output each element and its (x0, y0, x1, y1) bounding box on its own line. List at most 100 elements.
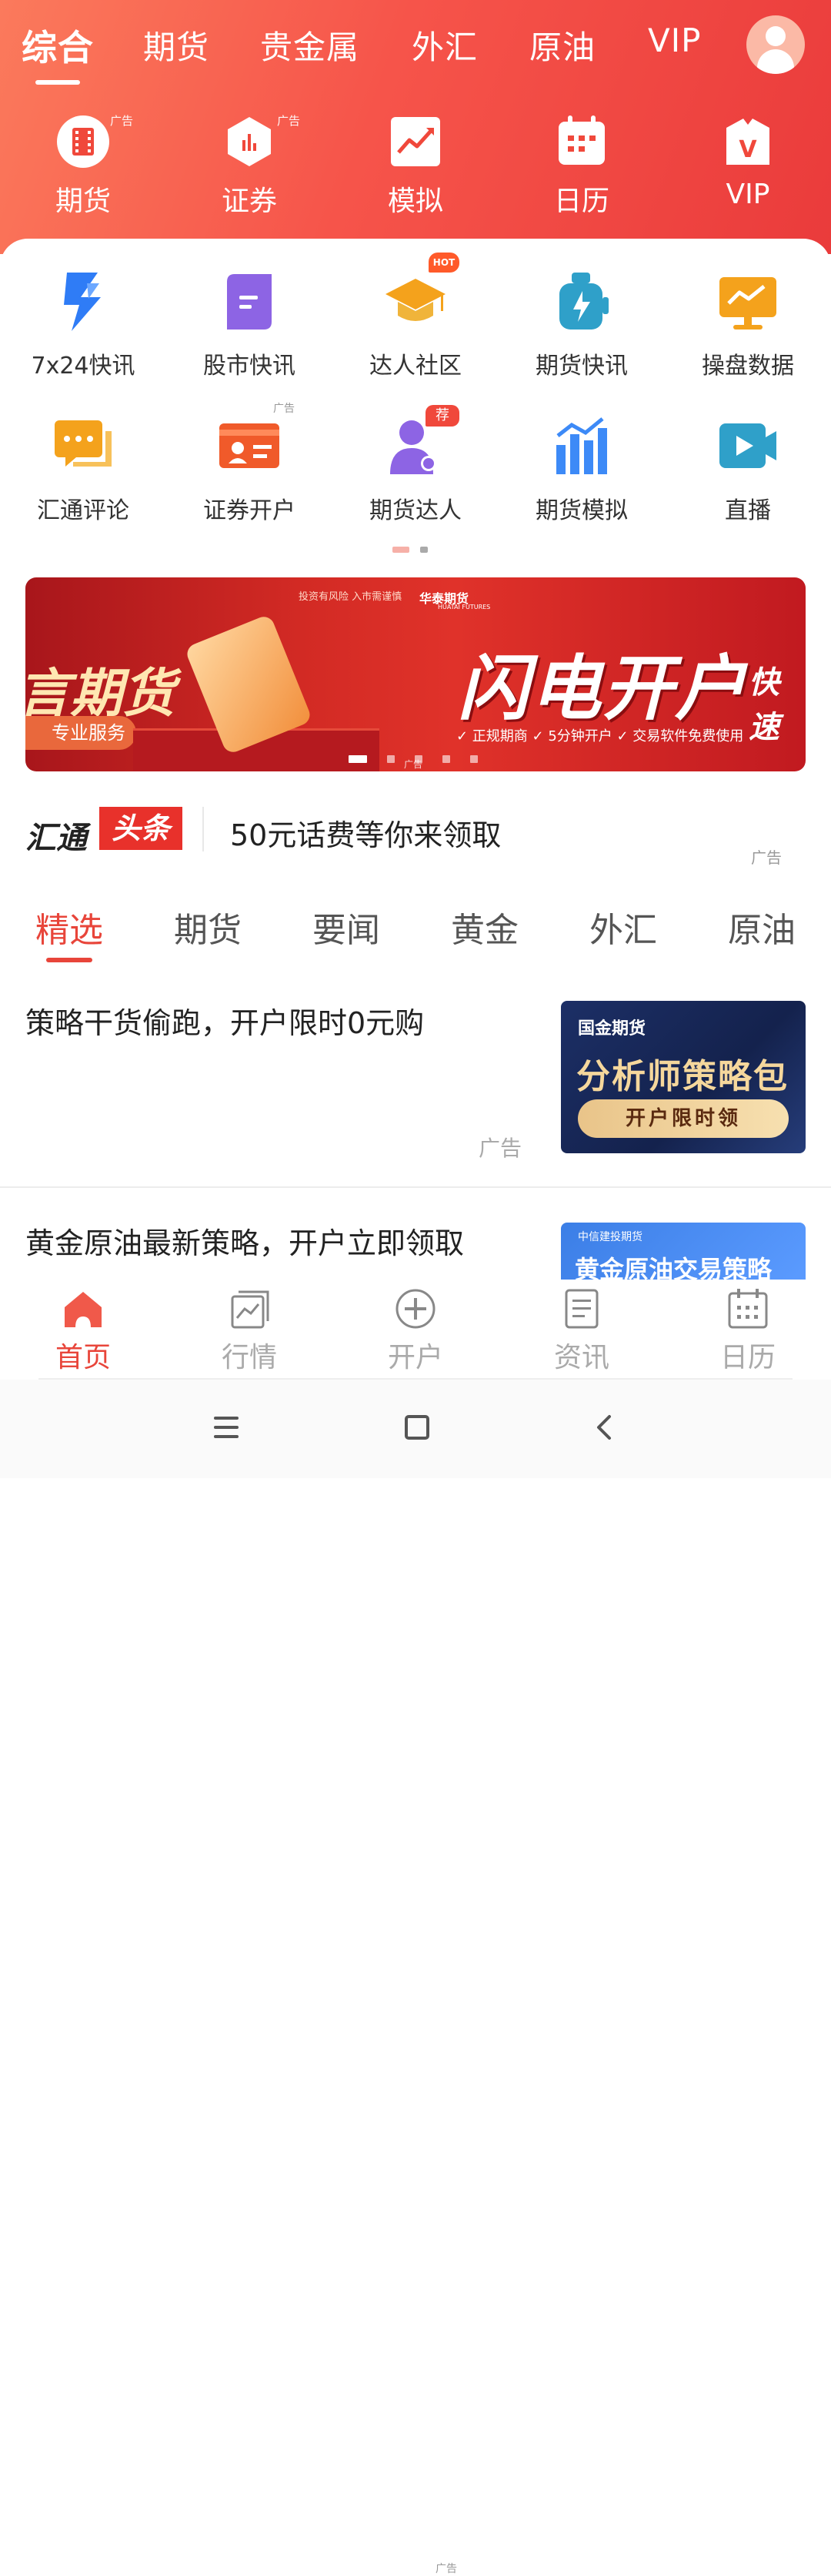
trend-chart-icon (388, 114, 443, 169)
chat-bubble-icon (50, 413, 116, 479)
monitor-chart-icon (715, 268, 781, 334)
shortcut-label: 证券 (221, 186, 277, 217)
category-tab-gold[interactable]: 黄金 (451, 902, 519, 952)
tab-market[interactable]: 行情 (195, 1287, 303, 1375)
hexagon-chart-icon (222, 114, 277, 169)
message-card-icon (216, 268, 282, 334)
top-tab-crude-oil[interactable]: 原油 (529, 22, 596, 69)
avatar[interactable] (746, 15, 805, 74)
promo-banner[interactable]: 言期货 专业服务 投资有风险 入市需谨慎 华泰期货 HUATAI FUTURES… (25, 577, 806, 771)
shortcut-label: 期货 (55, 186, 111, 217)
grid-stock-news[interactable]: 股市快讯 (172, 268, 326, 380)
category-tab-futures[interactable]: 期货 (174, 902, 242, 952)
menu-icon[interactable] (212, 1415, 240, 1443)
shortcut-vip[interactable]: V VIP (690, 114, 806, 210)
category-tab-crude-oil[interactable]: 原油 (728, 902, 796, 952)
grid-live-stream[interactable]: 直播 (671, 413, 825, 525)
shortcut-simulation[interactable]: 模拟 (358, 114, 473, 219)
tab-calendar[interactable]: 日历 (694, 1287, 802, 1375)
tab-label: 日历 (719, 1342, 776, 1373)
tab-open-account[interactable]: 开户 (362, 1287, 469, 1375)
grid-label: 达人社区 (369, 353, 462, 380)
category-tab-featured[interactable]: 精选 (35, 902, 103, 952)
shortcut-futures[interactable]: 期货 (25, 114, 141, 219)
grid-securities-account[interactable]: 证券开户 (172, 413, 326, 525)
top-tab-forex[interactable]: 外汇 (412, 22, 478, 69)
lightning-icon (50, 268, 116, 334)
grid-huitong-comments[interactable]: 汇通评论 (6, 413, 160, 525)
grid-futures-news[interactable]: 期货快讯 (505, 268, 659, 380)
category-tab-forex[interactable]: 外汇 (589, 902, 657, 952)
shortcut-calendar[interactable]: 日历 (524, 114, 639, 219)
thumbnail-headline: 分析师策略包 (576, 1057, 789, 1096)
tab-label: 行情 (221, 1342, 277, 1373)
grid-7x24-news[interactable]: 7x24快讯 (6, 268, 160, 380)
category-active-indicator (46, 958, 92, 962)
headline-text: 50元话费等你来领取 (230, 818, 502, 852)
grid-label: 期货模拟 (536, 497, 628, 524)
top-tab-precious-metals[interactable]: 贵金属 (260, 22, 359, 69)
vip-bag-icon: V (720, 114, 776, 169)
top-tab-comprehensive[interactable]: 综合 (22, 20, 94, 71)
top-nav: 综合 期货 贵金属 外汇 原油 VIP (0, 0, 831, 92)
banner-headline-suffix: 快速 (749, 665, 779, 745)
news-divider (0, 1186, 831, 1188)
ad-tag: 广告 (436, 2563, 457, 2575)
banner-ad-tag: 广告 (404, 759, 423, 770)
ad-tag: 广告 (273, 403, 295, 415)
grid-label: 汇通评论 (37, 497, 129, 524)
hot-badge: HOT (429, 253, 459, 273)
top-tab-futures[interactable]: 期货 (143, 22, 209, 69)
shortcut-securities[interactable]: 证券 (192, 114, 307, 219)
person-icon: 荐 (382, 405, 459, 479)
banner-brand-en: HUATAI FUTURES (438, 604, 491, 611)
shortcut-label: 日历 (553, 186, 609, 217)
banner-dot (470, 755, 478, 763)
headline-logo-part2: 头条 (99, 807, 182, 850)
news-item-thumbnail[interactable]: 中信建投期货 黄金原油交易策略 (561, 1223, 806, 1280)
ad-tag: 广告 (277, 114, 301, 128)
id-card-icon (216, 413, 282, 479)
top-tab-vip[interactable]: VIP (648, 22, 701, 59)
tab-news[interactable]: 资讯 (528, 1287, 636, 1375)
thumbnail-button: 开户限时领 (578, 1099, 789, 1138)
recommend-badge: 荐 (426, 405, 459, 427)
graduation-cap-icon: HOT (382, 253, 459, 334)
category-tab-news[interactable]: 要闻 (312, 902, 380, 952)
thumbnail-brand: 国金期货 (578, 1019, 646, 1039)
grid-futures-simulation[interactable]: 期货模拟 (505, 413, 659, 525)
avatar-head-icon (766, 26, 786, 46)
grid-trading-data[interactable]: 操盘数据 (671, 268, 825, 380)
system-navigation-bar (0, 1380, 831, 1478)
news-item-title[interactable]: 策略干货偷跑，开户限时0元购 (25, 999, 424, 1042)
news-item-title[interactable]: 黄金原油最新策略，开户立即领取 (25, 1219, 464, 1262)
grid-futures-expert[interactable]: 荐 期货达人 (339, 405, 492, 525)
battery-bolt-icon (549, 268, 615, 334)
headline-ticker[interactable]: 汇通 头条 50元话费等你来领取 (25, 807, 806, 856)
grid-label: 股市快讯 (203, 353, 295, 380)
back-icon[interactable] (592, 1412, 616, 1446)
banner-page-indicator (349, 751, 498, 766)
grid-label: 证券开户 (203, 497, 295, 524)
grid-page-indicator (392, 541, 439, 556)
document-icon (560, 1287, 603, 1330)
active-tab-indicator (35, 80, 80, 85)
page-dot-active (392, 547, 409, 553)
shortcut-label: VIP (726, 179, 770, 210)
plus-circle-icon (394, 1287, 437, 1330)
ad-tag: 广告 (751, 848, 782, 867)
grid-label: 期货达人 (369, 497, 462, 524)
grid-label: 期货快讯 (536, 353, 628, 380)
bar-chart-icon (549, 413, 615, 479)
grid-label: 直播 (725, 497, 771, 524)
thumbnail-headline: 黄金原油交易策略 (575, 1255, 773, 1280)
grid-expert-community[interactable]: HOT 达人社区 (339, 253, 492, 380)
page-dot (420, 547, 428, 553)
tab-home[interactable]: 首页 (29, 1287, 137, 1375)
banner-left-pill: 专业服务 (25, 716, 136, 750)
news-item-thumbnail[interactable]: 国金期货 分析师策略包 开户限时领 (561, 1001, 806, 1153)
home-square-icon[interactable] (403, 1413, 431, 1444)
market-chart-icon (228, 1287, 271, 1330)
film-icon (55, 114, 111, 169)
tab-label: 首页 (55, 1342, 111, 1373)
